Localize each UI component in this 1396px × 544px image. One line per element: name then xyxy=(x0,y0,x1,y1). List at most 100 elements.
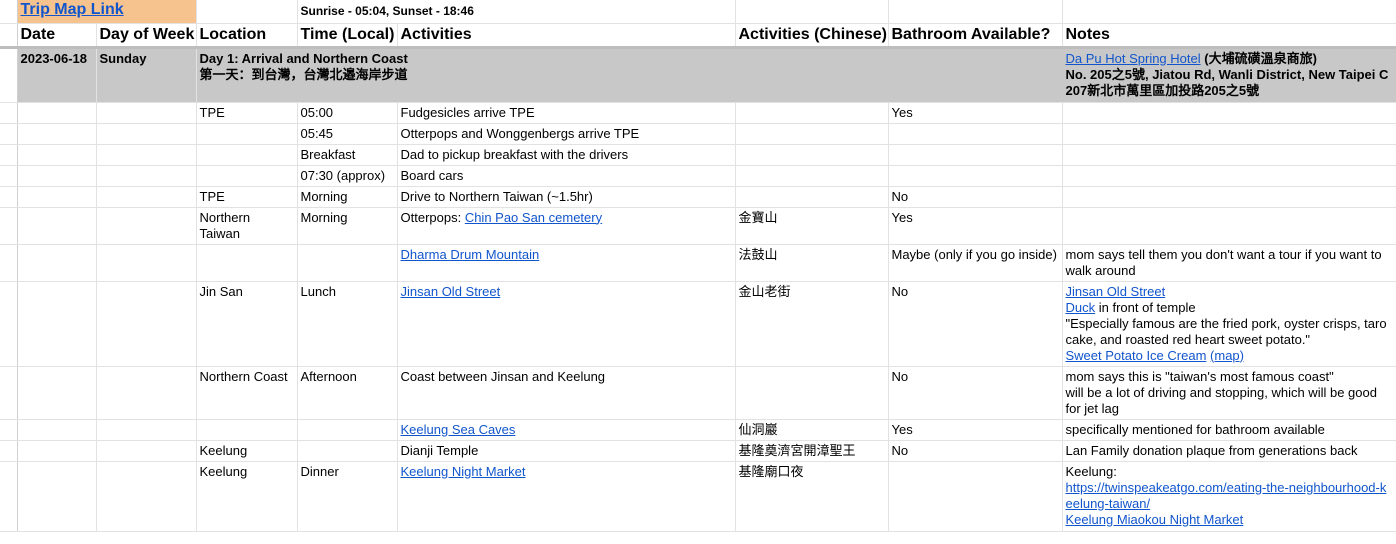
row-header[interactable] xyxy=(0,244,18,282)
row-header[interactable] xyxy=(0,47,18,103)
activity-link[interactable]: Jinsan Old Street xyxy=(401,284,501,299)
header-activities[interactable]: Activities xyxy=(397,23,736,49)
activity-cell[interactable]: Otterpops: Chin Pao San cemetery xyxy=(397,207,736,245)
location-cell[interactable] xyxy=(196,165,298,187)
hotel-link[interactable]: Da Pu Hot Spring Hotel xyxy=(1066,51,1201,66)
location-cell[interactable]: TPE xyxy=(196,186,298,208)
day-date[interactable]: 2023-06-18 xyxy=(17,47,97,103)
notes-link[interactable]: Keelung Miaokou Night Market xyxy=(1066,512,1244,527)
time-cell[interactable]: 05:00 xyxy=(297,102,398,124)
cell[interactable] xyxy=(96,102,197,124)
row-header[interactable] xyxy=(0,23,18,49)
cell[interactable] xyxy=(196,0,298,24)
notes-cell[interactable]: specifically mentioned for bathroom avai… xyxy=(1062,419,1396,441)
cell[interactable] xyxy=(17,144,97,166)
activity-cn-cell[interactable] xyxy=(735,366,889,420)
cell[interactable] xyxy=(17,165,97,187)
row-header[interactable] xyxy=(0,419,18,441)
header-location[interactable]: Location xyxy=(196,23,298,49)
activity-cell[interactable]: Keelung Night Market xyxy=(397,461,736,532)
bathroom-cell[interactable] xyxy=(888,165,1063,187)
activity-link[interactable]: Chin Pao San cemetery xyxy=(465,210,602,225)
notes-cell[interactable] xyxy=(1062,186,1396,208)
cell[interactable] xyxy=(96,419,197,441)
location-cell[interactable] xyxy=(196,244,298,282)
row-header[interactable] xyxy=(0,102,18,124)
location-cell[interactable] xyxy=(196,144,298,166)
activity-cn-cell[interactable]: 法鼓山 xyxy=(735,244,889,282)
time-cell[interactable] xyxy=(297,419,398,441)
row-header[interactable] xyxy=(0,440,18,462)
bathroom-cell[interactable]: Maybe (only if you go inside) xyxy=(888,244,1063,282)
activity-cn-cell[interactable]: 金山老街 xyxy=(735,281,889,367)
bathroom-cell[interactable]: No xyxy=(888,366,1063,420)
activity-cn-cell[interactable] xyxy=(735,144,889,166)
bathroom-cell[interactable]: No xyxy=(888,440,1063,462)
time-cell[interactable] xyxy=(297,244,398,282)
time-cell[interactable] xyxy=(297,440,398,462)
notes-link[interactable]: Duck xyxy=(1066,300,1096,315)
location-cell[interactable]: Northern Taiwan xyxy=(196,207,298,245)
header-time[interactable]: Time (Local) xyxy=(297,23,398,49)
cell[interactable] xyxy=(17,102,97,124)
notes-cell[interactable]: Keelung: https://twinspeakeatgo.com/eati… xyxy=(1062,461,1396,532)
location-cell[interactable] xyxy=(196,419,298,441)
activity-cn-cell[interactable]: 金寶山 xyxy=(735,207,889,245)
cell[interactable] xyxy=(96,244,197,282)
sun-info[interactable]: Sunrise - 05:04, Sunset - 18:46 xyxy=(297,0,736,24)
row-header[interactable] xyxy=(0,186,18,208)
notes-cell[interactable]: mom says tell them you don't want a tour… xyxy=(1062,244,1396,282)
notes-cell[interactable]: mom says this is "taiwan's most famous c… xyxy=(1062,366,1396,420)
cell[interactable] xyxy=(1062,0,1396,24)
activity-link[interactable]: Keelung Sea Caves xyxy=(401,422,516,437)
activity-link[interactable]: Keelung Night Market xyxy=(401,464,526,479)
cell[interactable] xyxy=(96,186,197,208)
notes-cell[interactable] xyxy=(1062,207,1396,245)
location-cell[interactable]: Northern Coast xyxy=(196,366,298,420)
location-cell[interactable]: TPE xyxy=(196,102,298,124)
time-cell[interactable]: 05:45 xyxy=(297,123,398,145)
cell[interactable] xyxy=(96,165,197,187)
time-cell[interactable]: 07:30 (approx) xyxy=(297,165,398,187)
cell[interactable] xyxy=(17,419,97,441)
row-header[interactable] xyxy=(0,0,18,24)
time-cell[interactable]: Dinner xyxy=(297,461,398,532)
activity-cn-cell[interactable]: 基隆廟口夜 xyxy=(735,461,889,532)
bathroom-cell[interactable]: No xyxy=(888,186,1063,208)
time-cell[interactable]: Breakfast xyxy=(297,144,398,166)
row-header[interactable] xyxy=(0,165,18,187)
day-title-cell[interactable]: Day 1: Arrival and Northern Coast 第一天：到台… xyxy=(196,47,1063,103)
location-cell[interactable] xyxy=(196,123,298,145)
activity-cell[interactable]: Fudgesicles arrive TPE xyxy=(397,102,736,124)
activity-cell[interactable]: Keelung Sea Caves xyxy=(397,419,736,441)
cell[interactable] xyxy=(96,440,197,462)
notes-cell[interactable] xyxy=(1062,123,1396,145)
cell[interactable] xyxy=(17,281,97,367)
activity-cn-cell[interactable] xyxy=(735,123,889,145)
notes-cell[interactable] xyxy=(1062,144,1396,166)
row-header[interactable] xyxy=(0,123,18,145)
cell[interactable] xyxy=(17,123,97,145)
bathroom-cell[interactable]: Yes xyxy=(888,207,1063,245)
cell[interactable] xyxy=(17,461,97,532)
time-cell[interactable]: Lunch xyxy=(297,281,398,367)
row-header[interactable] xyxy=(0,281,18,367)
cell[interactable] xyxy=(17,366,97,420)
activity-cn-cell[interactable]: 基隆奠濟宮開漳聖王 xyxy=(735,440,889,462)
cell[interactable] xyxy=(17,440,97,462)
activity-cn-cell[interactable] xyxy=(735,165,889,187)
cell[interactable] xyxy=(96,461,197,532)
cell[interactable] xyxy=(735,0,889,24)
activity-cn-cell[interactable] xyxy=(735,186,889,208)
activity-cn-cell[interactable] xyxy=(735,102,889,124)
day-hotel-cell[interactable]: Da Pu Hot Spring Hotel (大埔硫磺溫泉商旅) No. 20… xyxy=(1062,47,1396,103)
activity-cell[interactable]: Dianji Temple xyxy=(397,440,736,462)
header-bathroom[interactable]: Bathroom Available? xyxy=(888,23,1063,49)
notes-map-link[interactable]: (map) xyxy=(1210,348,1244,363)
notes-link[interactable]: Sweet Potato Ice Cream xyxy=(1066,348,1207,363)
location-cell[interactable]: Keelung xyxy=(196,440,298,462)
activity-link[interactable]: Dharma Drum Mountain xyxy=(401,247,540,262)
bathroom-cell[interactable] xyxy=(888,144,1063,166)
notes-url-link[interactable]: https://twinspeakeatgo.com/eating-the-ne… xyxy=(1066,480,1387,511)
activity-cn-cell[interactable]: 仙洞巖 xyxy=(735,419,889,441)
